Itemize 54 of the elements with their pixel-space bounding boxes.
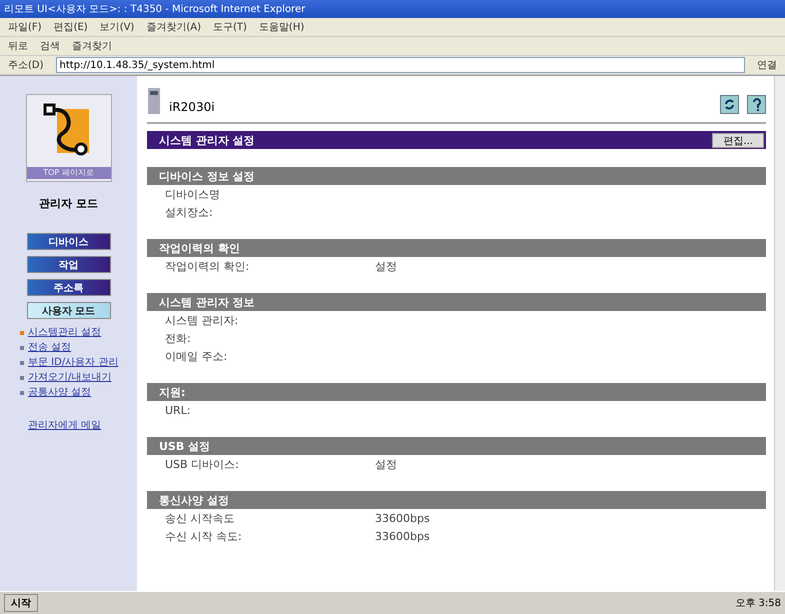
nav-link[interactable]: 전송 설정 <box>28 342 72 354</box>
edit-button[interactable]: 편집... <box>712 132 764 148</box>
section-title: 작업이력의 확인 <box>159 240 240 256</box>
search-button[interactable]: 검색 <box>40 39 60 53</box>
links-button[interactable]: 연결 <box>757 58 777 72</box>
field-value: 33600bps <box>375 530 430 542</box>
field-value: 33600bps <box>375 512 430 524</box>
nav-button[interactable]: 주소록 <box>26 279 110 296</box>
field-label: 전화: <box>165 330 192 346</box>
section-title: 디바이스 정보 설정 <box>159 168 255 184</box>
field-label: 이메일 주소: <box>165 348 228 364</box>
device-name: iR2030i <box>169 100 216 114</box>
field-value: 설정 <box>375 258 397 274</box>
window-title: 리모트 UI<사용자 모드>: : T4350 - Microsoft Internet Explorer <box>4 3 306 16</box>
menu-item[interactable]: 파일(F) <box>8 20 42 34</box>
nav-link[interactable]: 부문 ID/사용자 관리 <box>28 357 118 369</box>
help-icon <box>752 98 762 112</box>
field-label: 작업이력의 확인: <box>165 258 250 274</box>
field-value: 설정 <box>375 456 397 472</box>
section-title: 통신사양 설정 <box>159 492 229 508</box>
nav-button[interactable]: 디바이스 <box>26 233 110 250</box>
field-label: 시스템 관리자: <box>165 312 240 328</box>
back-button[interactable]: 뒤로 <box>8 39 28 53</box>
menu-item[interactable]: 도움말(H) <box>258 20 304 34</box>
mode-label: 관리자 모드 <box>39 196 98 211</box>
nav-link[interactable]: 공통사양 설정 <box>28 387 92 399</box>
field-label: USB 디바이스: <box>165 456 240 472</box>
field-label: 수신 시작 속도: <box>165 528 243 544</box>
page-title: 시스템 관리자 설정 <box>159 132 255 148</box>
field-label: 설치장소: <box>165 204 214 220</box>
printer-icon <box>147 88 161 114</box>
refresh-icon <box>723 98 736 111</box>
nav-link[interactable]: 가져오기/내보내기 <box>28 372 112 384</box>
mail-link[interactable]: 관리자에게 메일 <box>28 420 129 432</box>
menu-item[interactable]: 즐겨찾기(A) <box>146 20 201 34</box>
field-label: URL: <box>165 404 192 416</box>
section-title: USB 설정 <box>159 438 210 454</box>
field-label: 디바이스명 <box>165 186 221 202</box>
address-label: 주소(D) <box>8 59 44 72</box>
section-title: 지원: <box>159 384 186 400</box>
help-button[interactable] <box>747 95 766 114</box>
refresh-button[interactable] <box>720 95 739 114</box>
menu-item[interactable]: 보기(V) <box>100 20 134 34</box>
nav-button[interactable]: 사용자 모드 <box>26 302 110 319</box>
section-title: 시스템 관리자 정보 <box>159 294 255 310</box>
address-field[interactable]: http://10.1.48.35/_system.html <box>56 57 745 73</box>
field-label: 송신 시작속도 <box>165 510 236 526</box>
nav-link[interactable]: 시스템관리 설정 <box>28 327 102 339</box>
menu-item[interactable]: 도구(T) <box>213 20 247 34</box>
favorites-button[interactable]: 즐겨찾기 <box>72 39 112 53</box>
start-button[interactable]: 시작 <box>4 594 38 612</box>
clock: 오후 3:58 <box>735 597 781 610</box>
menu-item[interactable]: 편집(E) <box>54 20 88 34</box>
nav-button[interactable]: 작업 <box>26 256 110 273</box>
